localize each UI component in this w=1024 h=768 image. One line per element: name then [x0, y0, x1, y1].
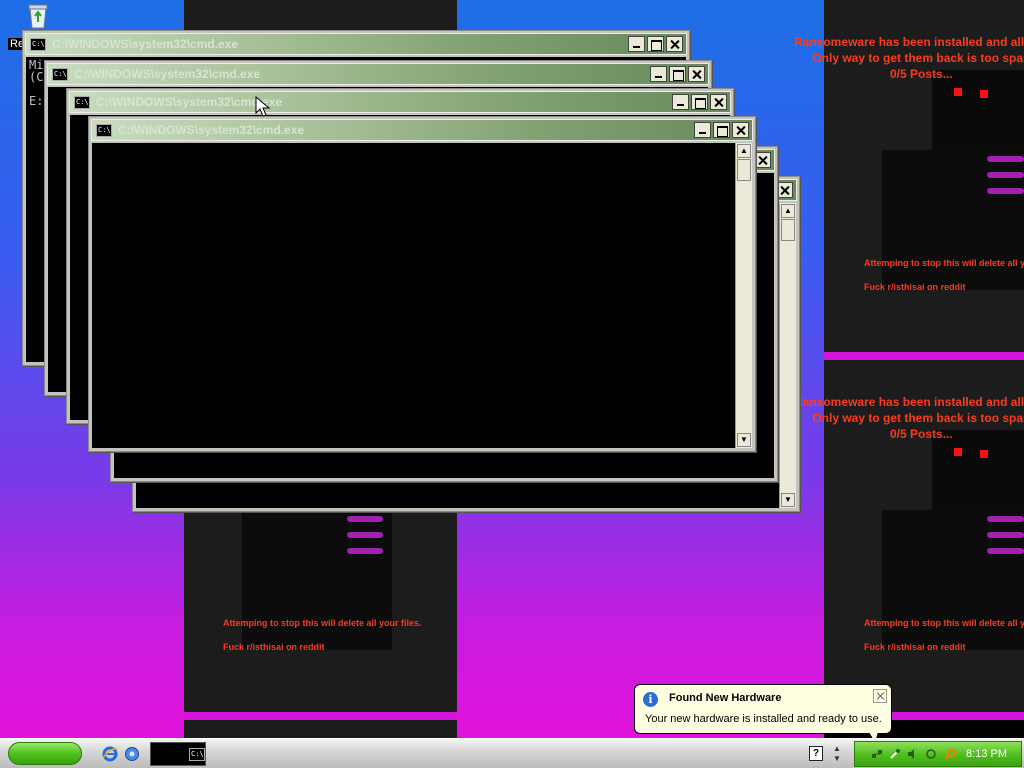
red-eye [980, 90, 988, 98]
ransom-reddit: Fuck r/isthisai on reddit [864, 282, 966, 292]
console-title-bar[interactable]: C:\ C:\WINDOWS\system32\cmd.exe [91, 119, 753, 141]
maximize-button[interactable] [691, 94, 708, 110]
safely-remove-hardware-icon[interactable] [889, 748, 901, 760]
ransom-reddit: Fuck r/isthisai on reddit [223, 642, 325, 652]
vertical-scrollbar[interactable]: ▲ ▼ [735, 143, 752, 448]
balloon-message: Your new hardware is installed and ready… [645, 713, 882, 725]
taskbar: C:\ ? ▲ ▼ 8:13 PM [0, 738, 1024, 768]
red-eye [954, 448, 962, 456]
scroll-up-button[interactable]: ▲ [781, 204, 795, 218]
red-eye [980, 450, 988, 458]
system-tray: 8:13 PM [854, 741, 1022, 767]
wallpaper-figure [882, 420, 1024, 700]
minimize-button[interactable] [694, 122, 711, 138]
clock[interactable]: 8:13 PM [966, 748, 1007, 760]
ransom-warning: Attemping to stop this will delete all y… [223, 618, 422, 628]
ransom-note: Ransomeware has been installed and all c… [794, 35, 1024, 81]
taskbar-button-console[interactable]: C:\ [150, 742, 206, 766]
scroll-thumb[interactable] [781, 219, 795, 241]
scroll-down-button[interactable]: ▼ [781, 493, 795, 507]
ransom-warning: Attemping to stop this will delete all y [864, 618, 1024, 628]
close-button[interactable] [688, 66, 705, 82]
minimize-button[interactable] [650, 66, 667, 82]
console-icon: C:\ [52, 68, 68, 81]
console-title-bar[interactable]: C:\ C:\WINDOWS\system32\cmd.exe [47, 63, 709, 85]
notification-balloon[interactable]: i Found New Hardware Your new hardware i… [634, 684, 892, 734]
info-icon: i [643, 692, 658, 707]
console-output[interactable] [92, 143, 735, 448]
wallpaper-magenta-strip [184, 712, 457, 720]
close-button[interactable] [754, 152, 771, 168]
window-title: C:\WINDOWS\system32\cmd.exe [74, 67, 261, 81]
scroll-up-button[interactable]: ▲ [737, 144, 751, 158]
network-icon[interactable] [871, 748, 883, 760]
start-button[interactable] [8, 742, 82, 765]
close-button[interactable] [666, 36, 683, 52]
close-button[interactable] [732, 122, 749, 138]
close-button[interactable] [776, 182, 793, 198]
vertical-scrollbar[interactable]: ▲ ▼ [779, 203, 796, 508]
wallpaper-figure [882, 60, 1024, 340]
console-icon: C:\ [74, 96, 90, 109]
wallpaper-magenta-strip [824, 352, 1024, 360]
search-icon[interactable] [945, 748, 957, 760]
console-icon: C:\ [30, 38, 46, 51]
ransom-warning: Attemping to stop this will delete all y [864, 258, 1024, 268]
internet-explorer-icon[interactable] [102, 746, 118, 762]
show-hidden-icons-icon[interactable]: ▲ ▼ [832, 744, 842, 764]
volume-icon[interactable] [907, 748, 919, 760]
close-button[interactable] [710, 94, 727, 110]
console-title-bar[interactable]: C:\ C:\WINDOWS\system32\cmd.exe [69, 91, 731, 113]
help-icon[interactable]: ? [809, 746, 823, 761]
console-icon: C:\ [96, 124, 112, 137]
minimize-button[interactable] [672, 94, 689, 110]
console-icon: C:\ [189, 748, 205, 761]
maximize-button[interactable] [713, 122, 730, 138]
scroll-down-button[interactable]: ▼ [737, 433, 751, 447]
ransom-note: Ransomeware has been installed and all c… [794, 395, 1024, 441]
mouse-cursor-icon [255, 96, 271, 117]
update-icon[interactable] [925, 748, 937, 760]
window-title: C:\WINDOWS\system32\cmd.exe [118, 123, 305, 137]
window-title: C:\WINDOWS\system32\cmd.exe [52, 37, 239, 51]
minimize-button[interactable] [628, 36, 645, 52]
console-title-bar[interactable]: C:\ C:\WINDOWS\system32\cmd.exe [25, 33, 687, 55]
balloon-title: Found New Hardware [669, 692, 782, 704]
maximize-button[interactable] [647, 36, 664, 52]
maximize-button[interactable] [669, 66, 686, 82]
windows-media-icon[interactable] [124, 746, 140, 762]
scroll-thumb[interactable] [737, 159, 751, 181]
console-window-active[interactable]: C:\ C:\WINDOWS\system32\cmd.exe ▲ ▼ [88, 116, 756, 452]
balloon-close-button[interactable] [873, 689, 887, 703]
red-eye [954, 88, 962, 96]
recycle-bin-icon[interactable] [24, 2, 52, 30]
ransom-reddit: Fuck r/isthisai on reddit [864, 642, 966, 652]
